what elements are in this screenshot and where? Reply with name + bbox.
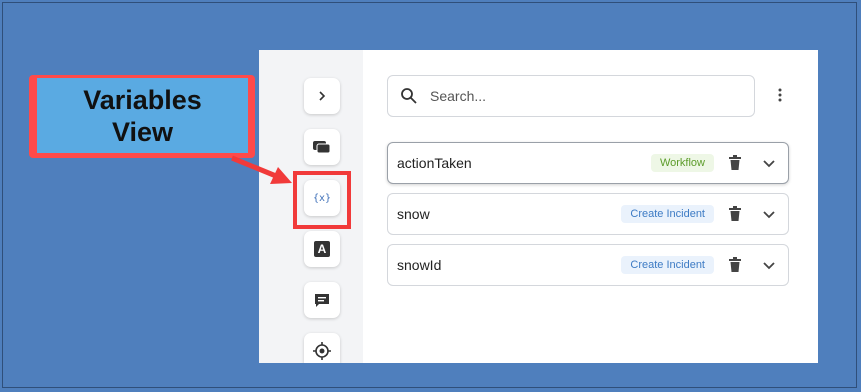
variables-highlight-box [293,171,351,229]
callout-arrow [231,155,292,184]
